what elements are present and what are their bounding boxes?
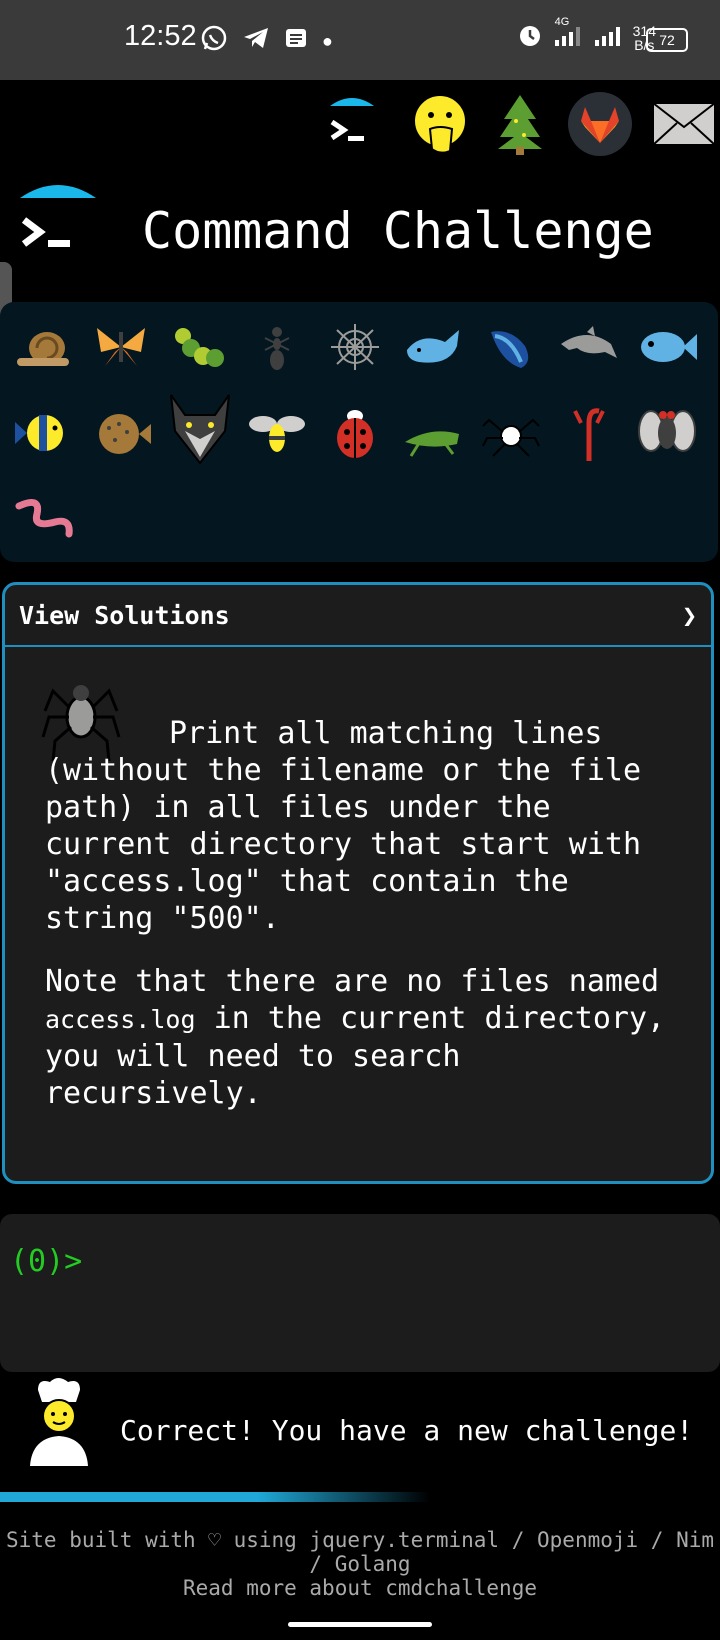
whatsapp-icon (200, 24, 228, 59)
view-solutions-button[interactable]: View Solutions ❯ (5, 585, 711, 647)
challenge-note: Note that there are no files named acces… (45, 963, 685, 1112)
blowfish-icon[interactable] (86, 398, 156, 468)
ladybug-icon[interactable] (320, 398, 390, 468)
terminal-logo-icon (18, 180, 98, 264)
terminal-icon[interactable] (316, 88, 388, 160)
gitlab-icon[interactable] (564, 88, 636, 160)
note-code: access.log (45, 1005, 196, 1034)
alarm-icon (517, 22, 543, 53)
battery-icon: 72 (646, 28, 688, 52)
footer-read-more-link[interactable]: Read more about cmdchallenge (0, 1576, 720, 1600)
ant-icon[interactable] (242, 312, 312, 382)
status-time: 12:52 (124, 20, 197, 52)
home-indicator[interactable] (288, 1622, 432, 1627)
system-status: 4G 314 B/s (517, 16, 656, 53)
telegram-icon (242, 26, 270, 57)
caterpillar-icon[interactable] (164, 312, 234, 382)
dot-icon: ● (322, 31, 333, 51)
page-title: Command Challenge (142, 202, 654, 260)
bee-icon[interactable] (242, 398, 312, 468)
footer-credits[interactable]: Site built with ♡ using jquery.terminal … (0, 1528, 720, 1576)
envelope-icon[interactable] (648, 88, 720, 160)
tropical-fish-icon[interactable] (8, 398, 78, 468)
scorpion-icon[interactable] (554, 398, 624, 468)
face-hand-over-mouth-icon[interactable] (404, 88, 476, 160)
cricket-icon[interactable] (398, 398, 468, 468)
worm-icon[interactable] (8, 484, 78, 554)
battery-level: 72 (659, 32, 675, 48)
spider-web-icon[interactable] (320, 312, 390, 382)
spider-icon[interactable] (476, 398, 546, 468)
chevron-right-icon: ❯ (681, 600, 697, 630)
terminal[interactable]: (0)> (0, 1214, 720, 1372)
gradient-divider (0, 1492, 430, 1502)
spouting-whale-icon[interactable] (476, 312, 546, 382)
challenge-description: Print all matching lines (without the fi… (45, 715, 685, 937)
wolf-icon[interactable] (162, 388, 238, 468)
fish-icon[interactable] (632, 312, 702, 382)
challenge-box: View Solutions ❯ Print all matching line… (2, 582, 714, 1184)
fly-icon[interactable] (632, 398, 702, 468)
cook-icon (24, 1376, 94, 1466)
signal-icon: 4G (553, 16, 583, 53)
butterfly-icon[interactable] (86, 312, 156, 382)
view-solutions-label: View Solutions (19, 600, 230, 630)
notification-icons: ● (200, 24, 333, 59)
snail-icon[interactable] (8, 312, 78, 382)
footer: Site built with ♡ using jquery.terminal … (0, 1528, 720, 1600)
network-type: 4G (554, 16, 570, 28)
whale-icon[interactable] (398, 312, 468, 382)
status-bar: 12:52 ● 4G 314 B/s 72 (0, 0, 720, 80)
challenge-description-text: Print all matching lines (without the fi… (45, 716, 660, 936)
note-prefix: Note that there are no files named (45, 964, 660, 999)
message-icon (284, 26, 308, 57)
challenge-emoji-panel (0, 302, 718, 562)
dolphin-icon[interactable] (554, 312, 624, 382)
terminal-prompt: (0)> (10, 1244, 83, 1279)
status-message: Correct! You have a new challenge! (120, 1414, 694, 1447)
signal-icon-2 (593, 22, 623, 53)
evergreen-tree-icon[interactable] (484, 88, 556, 160)
